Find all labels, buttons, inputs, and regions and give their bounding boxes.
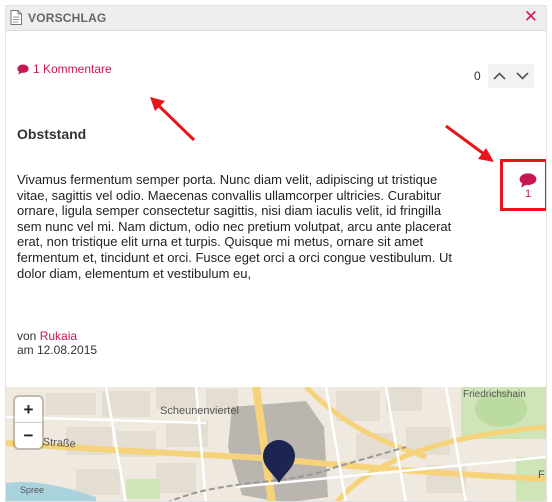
comment-badge-count: 1	[524, 188, 532, 200]
panel-title: VORSCHLAG	[28, 11, 107, 25]
vote-count: 0	[474, 69, 481, 83]
map-label-river: Spree	[20, 485, 45, 495]
map-label-district: Scheunenviertel	[160, 405, 239, 417]
proposal-date: am 12.08.2015	[17, 343, 98, 357]
map-label-street-right: Friedrichshain	[463, 389, 526, 400]
proposal-body: Vivamus fermentum semper porta. Nunc dia…	[17, 172, 452, 281]
map-marker-icon	[263, 440, 295, 483]
vote-buttons	[487, 64, 534, 88]
map-zoom-control: + −	[15, 397, 42, 448]
upvote-button[interactable]	[488, 64, 511, 88]
zoom-in-button[interactable]: +	[15, 397, 42, 422]
annotation-arrow-right	[445, 124, 494, 162]
zoom-out-button[interactable]: −	[15, 422, 42, 448]
comment-bubble-icon	[519, 173, 537, 188]
annotation-arrow-left	[150, 97, 196, 142]
panel-header: VORSCHLAG ✕	[6, 6, 546, 31]
proposal-meta: von Rukaia am 12.08.2015	[17, 329, 97, 357]
comment-bubble-icon	[17, 64, 29, 75]
comments-link[interactable]: 1 Kommentare	[17, 62, 112, 76]
map-label-edge: F	[538, 469, 545, 481]
comment-count-badge[interactable]: 1	[519, 173, 537, 200]
by-prefix: von	[17, 329, 37, 343]
vote-control: 0	[474, 64, 534, 88]
proposal-title: Obststand	[17, 126, 87, 142]
close-icon[interactable]: ✕	[524, 8, 538, 26]
chevron-down-icon	[516, 72, 529, 80]
proposal-panel: VORSCHLAG ✕ 1 Kommentare 0 Obststand Viv…	[5, 5, 547, 502]
location-map[interactable]: Scheunenviertel r Straße Spree Friedrich…	[6, 387, 546, 501]
document-icon	[10, 10, 22, 25]
downvote-button[interactable]	[511, 64, 534, 88]
author-link[interactable]: Rukaia	[40, 329, 77, 343]
chevron-up-icon	[493, 72, 506, 80]
comments-label: 1 Kommentare	[33, 62, 112, 76]
